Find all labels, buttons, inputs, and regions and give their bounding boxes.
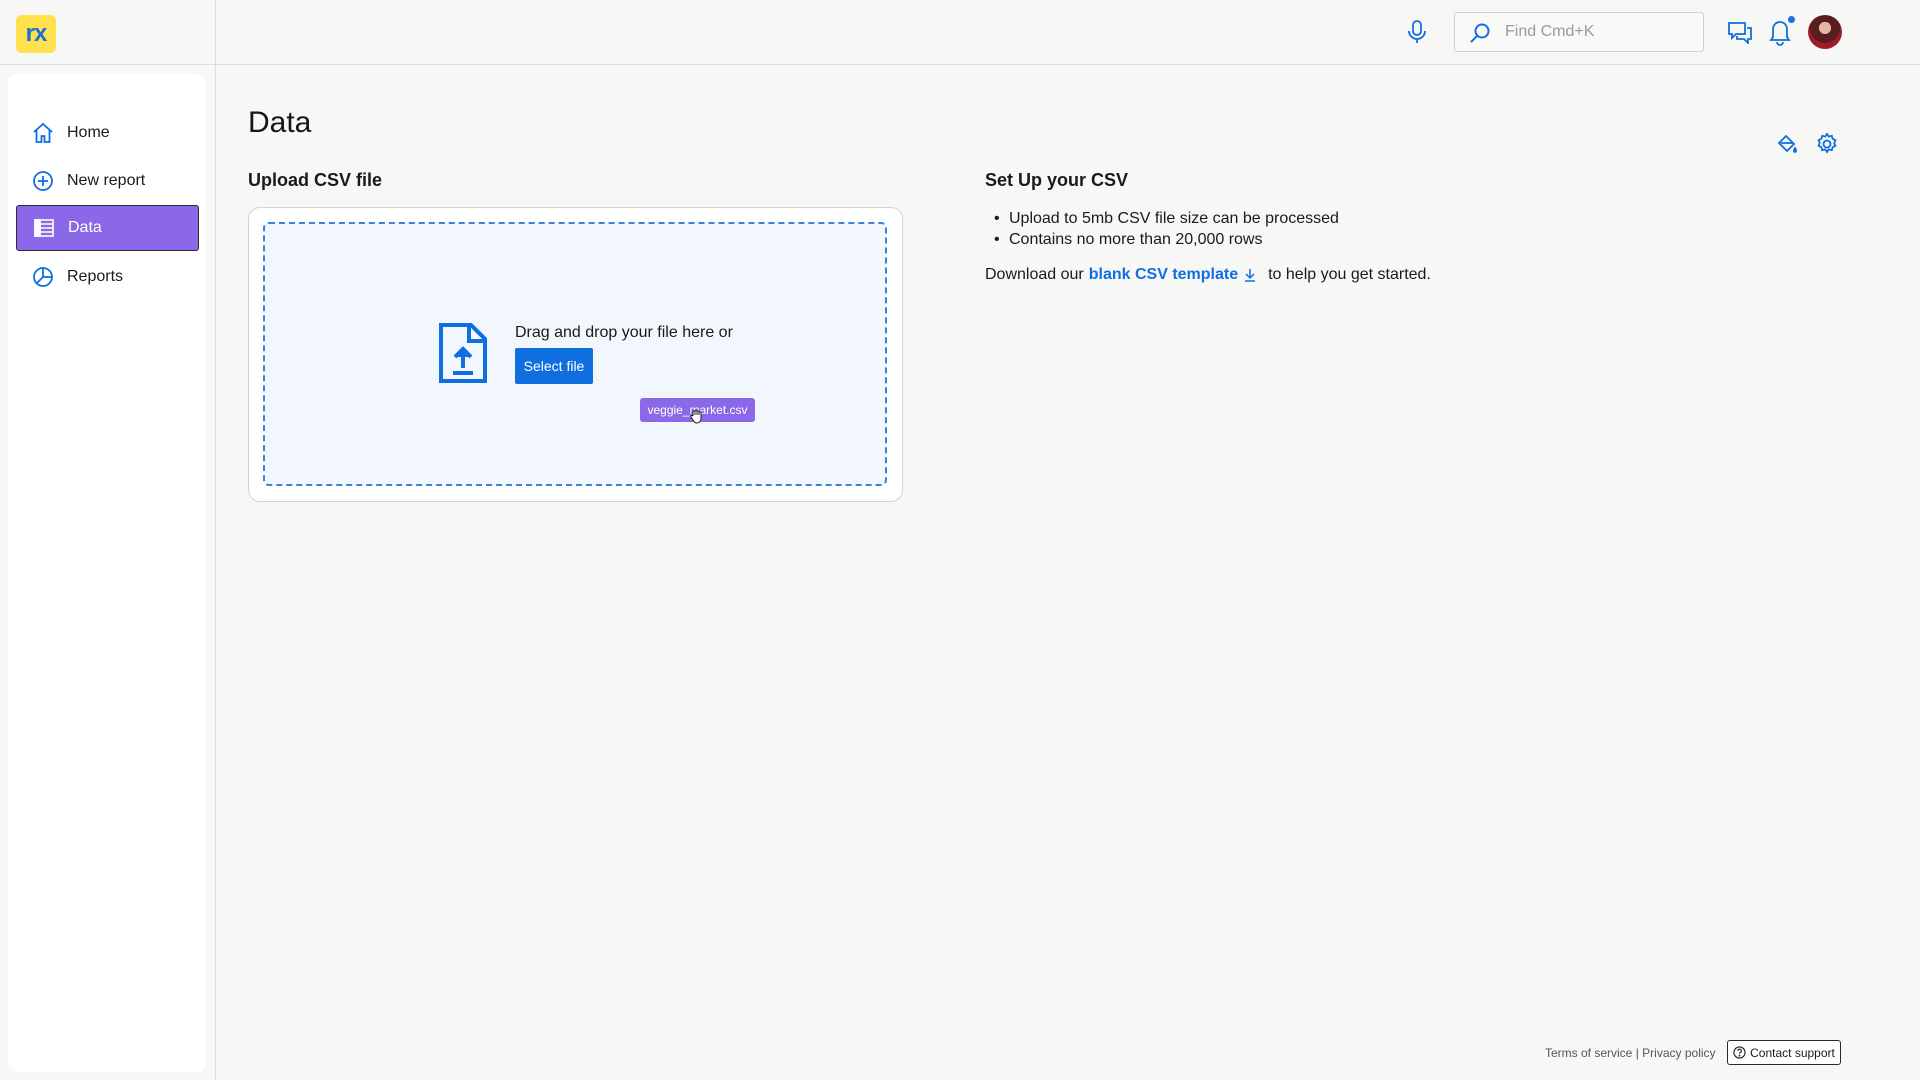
sidebar-item-reports[interactable]: Reports	[16, 254, 199, 300]
search-box[interactable]	[1454, 12, 1704, 52]
top-bar: rx	[0, 0, 1920, 65]
grab-cursor-icon	[690, 409, 702, 424]
setup-heading: Set Up your CSV	[985, 170, 1129, 190]
contact-support-label: Contact support	[1750, 1045, 1835, 1060]
requirements-list: Upload to 5mb CSV file size can be proce…	[985, 208, 1339, 250]
notification-dot	[1787, 15, 1796, 24]
sidebar-item-label: Data	[68, 219, 102, 236]
download-icon[interactable]	[1242, 267, 1258, 283]
upload-card: Drag and drop your file here or Select f…	[248, 207, 903, 502]
blank-csv-template-link[interactable]: blank CSV template	[1089, 266, 1238, 284]
footer-links: Terms of service | Privacy policy	[1545, 1046, 1716, 1060]
list-item: Upload to 5mb CSV file size can be proce…	[985, 208, 1339, 229]
terms-of-service-link[interactable]: Terms of service	[1545, 1046, 1632, 1060]
upload-heading: Upload CSV file	[248, 170, 383, 190]
app-logo[interactable]: rx	[16, 15, 56, 53]
sidebar-item-label: New report	[67, 172, 146, 189]
footer-separator: |	[1635, 1046, 1639, 1060]
list-item: Contains no more than 20,000 rows	[985, 229, 1339, 250]
page-title: Data	[248, 106, 312, 139]
plus-circle-icon	[33, 171, 53, 191]
sidebar-item-data[interactable]: Data	[16, 205, 199, 251]
help-icon	[1733, 1046, 1746, 1059]
sidebar-panel: Home New report Data Reports	[8, 74, 206, 1072]
drop-instructions: Drag and drop your file here or	[515, 324, 733, 341]
download-suffix: to help you get started.	[1268, 266, 1431, 283]
logo-area: rx	[0, 0, 216, 65]
search-icon	[1470, 23, 1490, 43]
avatar[interactable]	[1808, 15, 1842, 49]
select-file-button[interactable]: Select file	[515, 348, 593, 384]
microphone-icon[interactable]	[1405, 19, 1429, 45]
file-upload-icon	[439, 323, 487, 383]
sidebar-item-home[interactable]: Home	[16, 110, 199, 156]
sidebar-item-label: Reports	[67, 268, 124, 285]
gear-icon[interactable]	[1815, 132, 1839, 156]
sidebar-item-new-report[interactable]: New report	[16, 158, 199, 204]
chat-icon[interactable]	[1727, 20, 1753, 44]
table-icon	[34, 219, 54, 237]
download-prefix: Download our	[985, 266, 1084, 283]
file-dropzone[interactable]: Drag and drop your file here or Select f…	[263, 222, 887, 486]
paint-bucket-icon[interactable]	[1775, 132, 1799, 156]
pie-chart-icon	[33, 267, 53, 287]
home-icon	[33, 122, 53, 143]
download-template-line: Download our blank CSV template to help …	[985, 266, 1431, 284]
search-input[interactable]	[1505, 13, 1695, 51]
contact-support-button[interactable]: Contact support	[1727, 1040, 1841, 1065]
sidebar: Home New report Data Reports	[0, 65, 216, 1080]
sidebar-item-label: Home	[67, 124, 110, 141]
privacy-policy-link[interactable]: Privacy policy	[1642, 1046, 1715, 1060]
